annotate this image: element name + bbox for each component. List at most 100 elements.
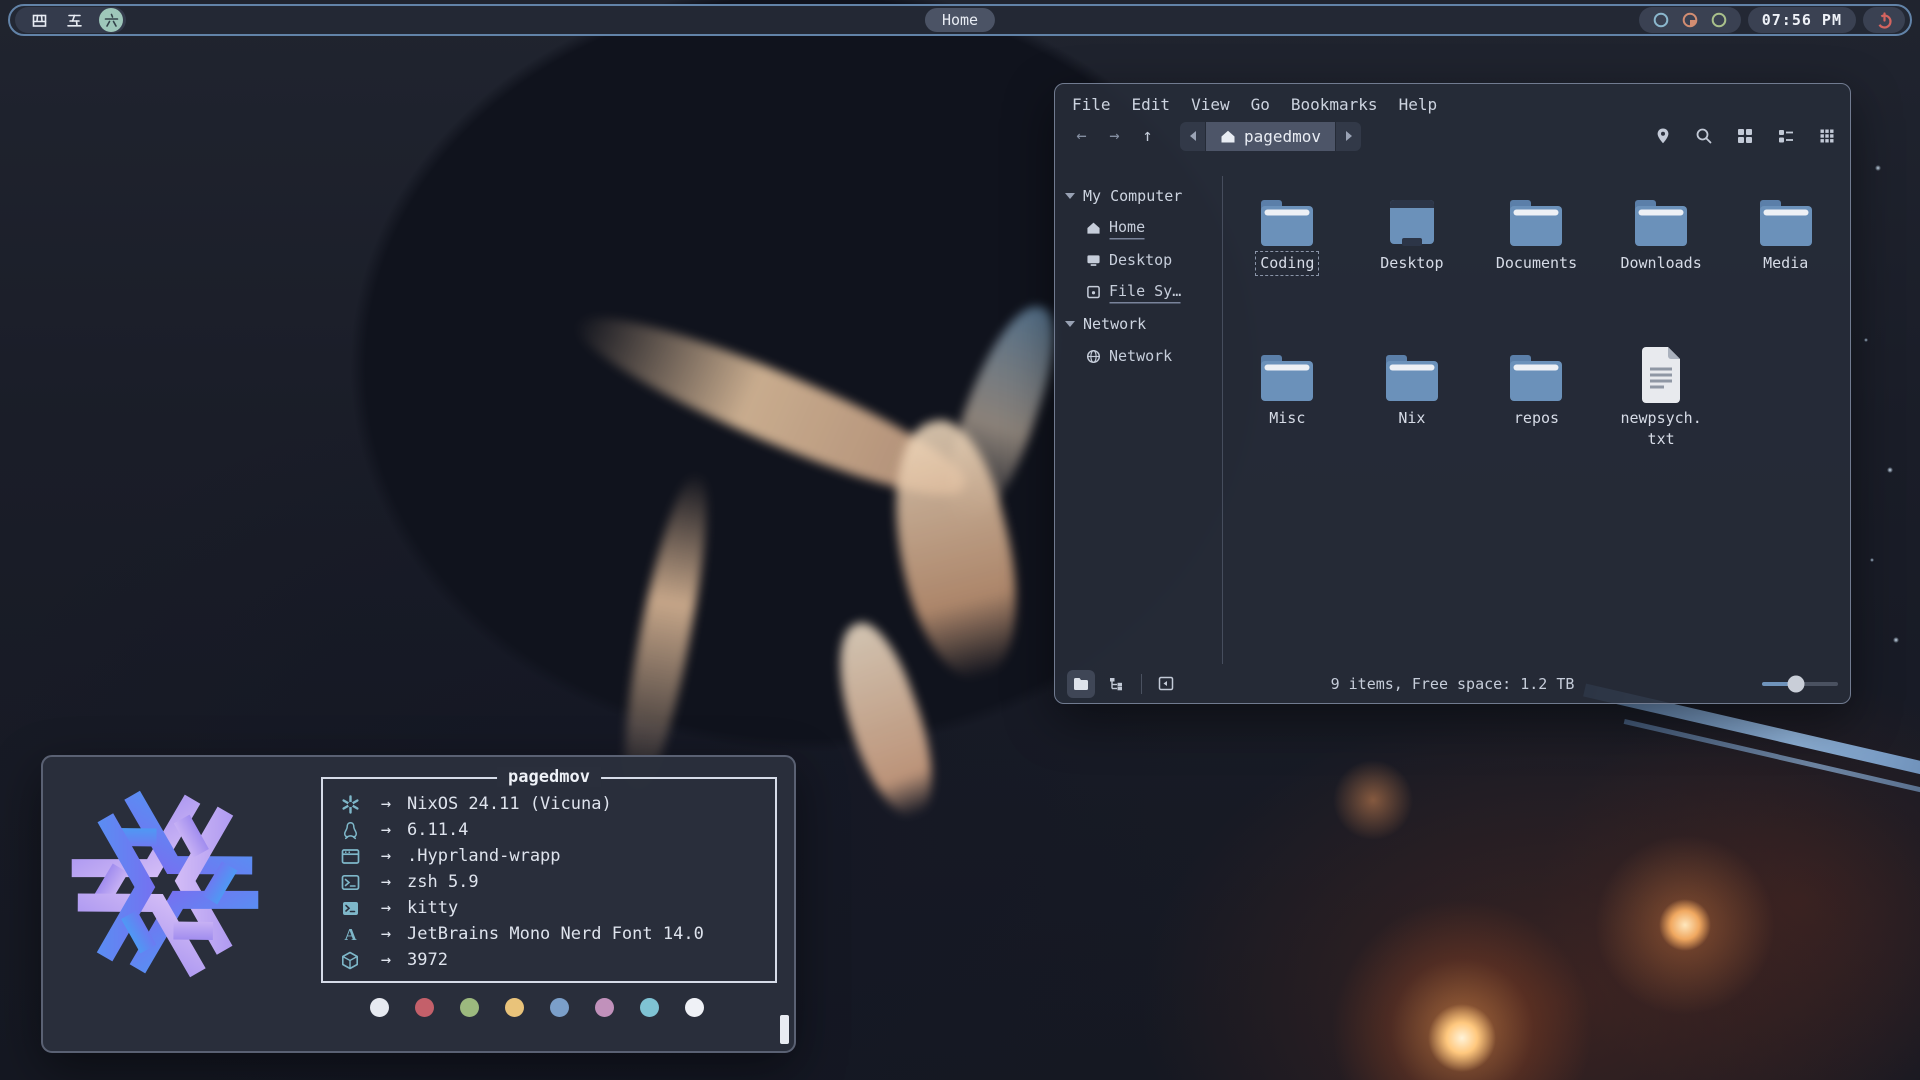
shell-icon: [341, 874, 360, 891]
arrow: →: [365, 846, 407, 866]
palette-dot: [415, 998, 434, 1017]
workspace-5-button[interactable]: [64, 10, 84, 30]
fetch-row-os: → NixOS 24.11 (Vicuna): [335, 791, 775, 817]
workspace-4-icon: [31, 12, 48, 29]
file-item-desktop[interactable]: Desktop: [1351, 190, 1473, 345]
file-item-repos[interactable]: repos: [1475, 345, 1597, 500]
chevron-right-icon: [1346, 131, 1352, 141]
palette-dot: [550, 998, 569, 1017]
globe-icon: [1086, 349, 1101, 364]
file-label: Desktop: [1377, 253, 1446, 274]
file-item-downloads[interactable]: Downloads: [1600, 190, 1722, 345]
arrow: →: [365, 794, 407, 814]
sidebar-section-my-computer[interactable]: My Computer: [1055, 180, 1222, 212]
folder-icon: [1507, 198, 1565, 248]
menu-view[interactable]: View: [1191, 95, 1230, 114]
fetch-value: kitty: [407, 898, 458, 918]
file-item-misc[interactable]: Misc: [1226, 345, 1348, 500]
toolbar-right-icons: [1654, 127, 1836, 145]
file-item-coding[interactable]: Coding: [1226, 190, 1348, 345]
status-indicators: [1639, 7, 1741, 33]
fastfetch-rows: → NixOS 24.11 (Vicuna) → 6.11.4 → .Hyprl…: [323, 779, 775, 973]
forward-button[interactable]: →: [1098, 126, 1131, 146]
file-label: repos: [1511, 408, 1562, 429]
zoom-slider-knob[interactable]: [1788, 675, 1805, 692]
file-icon-view: Coding Desktop Documents Downloads: [1223, 176, 1850, 664]
sidebar-section-network[interactable]: Network: [1055, 308, 1222, 340]
menu-bookmarks[interactable]: Bookmarks: [1291, 95, 1378, 114]
network-circle-icon: [1652, 11, 1670, 29]
home-icon: [1086, 221, 1101, 235]
path-segment-home[interactable]: pagedmov: [1206, 122, 1335, 151]
path-scroll-right-button[interactable]: [1336, 122, 1361, 151]
file-label: Misc: [1266, 408, 1308, 429]
arrow: →: [365, 872, 407, 892]
sidebar-item-label: Desktop: [1109, 251, 1172, 269]
fetch-row-terminal: → kitty: [335, 895, 775, 921]
power-button[interactable]: [1863, 7, 1905, 33]
file-item-documents[interactable]: Documents: [1475, 190, 1597, 345]
workspace-switcher: [15, 7, 126, 33]
file-item-nix[interactable]: Nix: [1351, 345, 1473, 500]
search-button[interactable]: [1695, 127, 1713, 145]
palette-dot: [370, 998, 389, 1017]
compact-view-button[interactable]: [1818, 127, 1836, 145]
file-label: Documents: [1493, 253, 1580, 274]
path-scroll-left-button[interactable]: [1180, 122, 1205, 151]
fetch-row-wm: → .Hyprland-wrapp: [335, 843, 775, 869]
menu-edit[interactable]: Edit: [1132, 95, 1171, 114]
folder-icon: [1383, 353, 1441, 403]
side-pane-toggle-button[interactable]: [1152, 670, 1180, 698]
palette-dot: [460, 998, 479, 1017]
sidebar-item-network[interactable]: Network: [1055, 340, 1222, 372]
icon-view-button[interactable]: [1736, 127, 1754, 145]
fetch-value: NixOS 24.11 (Vicuna): [407, 794, 612, 814]
sidebar-item-desktop[interactable]: Desktop: [1055, 244, 1222, 276]
zoom-slider[interactable]: [1762, 682, 1838, 686]
menu-help[interactable]: Help: [1399, 95, 1438, 114]
file-item-newpsych-txt[interactable]: newpsych.txt: [1600, 345, 1722, 500]
folder-icon: [1507, 353, 1565, 403]
menu-go[interactable]: Go: [1251, 95, 1270, 114]
volume-pie-icon: [1681, 11, 1699, 29]
chevron-left-icon: [1190, 131, 1196, 141]
top-bar-right: 07:56 PM: [1639, 7, 1905, 33]
menu-file[interactable]: File: [1072, 95, 1111, 114]
file-label: Nix: [1395, 408, 1428, 429]
fetch-row-font: A → JetBrains Mono Nerd Font 14.0: [335, 921, 775, 947]
sidebar-item-home[interactable]: Home: [1055, 212, 1222, 244]
arrow: →: [365, 820, 407, 840]
show-files-toggle-button[interactable]: [1067, 670, 1095, 698]
path-segment-label: pagedmov: [1244, 127, 1321, 146]
location-pin-button[interactable]: [1654, 127, 1672, 145]
workspace-4-button[interactable]: [29, 10, 49, 30]
sidebar-item-filesystem[interactable]: File Sy…: [1055, 276, 1222, 308]
fastfetch-title: pagedmov: [497, 767, 601, 787]
tree-icon: [1108, 676, 1124, 691]
desktop-icon: [1086, 253, 1101, 267]
list-view-button[interactable]: [1777, 127, 1795, 145]
terminal-window[interactable]: pagedmov → NixOS 24.11 (Vicuna) → 6.11.: [41, 755, 796, 1053]
fetch-value: 6.11.4: [407, 820, 468, 840]
workspace-6-button-active[interactable]: [99, 8, 123, 32]
expander-icon: [1065, 321, 1075, 327]
folder-icon: [1632, 198, 1690, 248]
side-pane-icon: [1158, 676, 1174, 691]
show-tree-toggle-button[interactable]: [1102, 670, 1130, 698]
font-icon: A: [341, 925, 360, 944]
arrow: →: [365, 898, 407, 918]
sidebar-header-label: Network: [1083, 315, 1146, 333]
terminal-icon: [342, 901, 359, 916]
fastfetch-box: pagedmov → NixOS 24.11 (Vicuna) → 6.11.: [321, 777, 777, 983]
toolbar: ← → ↑ pagedmov: [1055, 114, 1850, 158]
palette-dot: [685, 998, 704, 1017]
back-button[interactable]: ←: [1065, 126, 1098, 146]
packages-icon: [341, 951, 359, 970]
fetch-value: zsh 5.9: [407, 872, 479, 892]
folder-icon: [1757, 198, 1815, 248]
menu-bar: File Edit View Go Bookmarks Help: [1055, 84, 1850, 114]
fetch-row-packages: → 3972: [335, 947, 775, 973]
up-button[interactable]: ↑: [1131, 126, 1164, 146]
svg-text:A: A: [344, 925, 357, 944]
file-item-media[interactable]: Media: [1725, 190, 1847, 345]
